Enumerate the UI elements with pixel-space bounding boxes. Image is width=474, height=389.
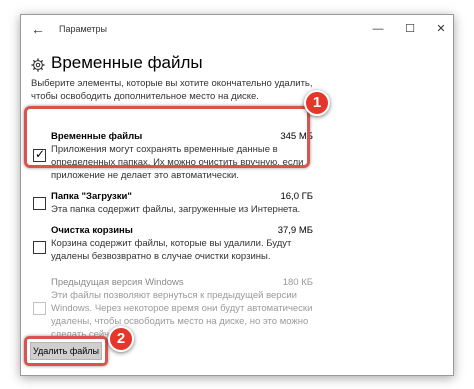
checkbox-downloads[interactable] (33, 197, 46, 210)
step-badge-1: 1 (304, 90, 330, 116)
title-bar: ← Параметры — ☐ ✕ (21, 15, 453, 45)
item-downloads-folder[interactable]: Папка "Загрузки" 16,0 ГБ Эта папка содер… (31, 191, 313, 219)
item-description: Эта папка содержит файлы, загруженные из… (51, 204, 301, 215)
item-name: Папка "Загрузки" (51, 191, 132, 202)
item-previous-windows: Предыдущая версия Windows 180 КБ Эти фай… (31, 277, 313, 341)
step-badge-2: 2 (108, 326, 134, 352)
page-description: Выберите элементы, которые вы хотите око… (31, 78, 313, 102)
item-name: Очистка корзины (51, 225, 133, 236)
item-description: Эти файлы позволяют вернуться к предыдущ… (51, 290, 313, 340)
item-description: Корзина содержит файлы, которые вы удали… (51, 238, 292, 262)
item-name: Предыдущая версия Windows (51, 277, 184, 288)
checkbox-previous-windows (33, 302, 46, 315)
highlight-frame-temporary-files (24, 106, 310, 168)
settings-window: ← Параметры — ☐ ✕ Временные файлы Выбери… (20, 14, 454, 376)
minimize-button[interactable]: — (369, 21, 387, 37)
item-recycle-bin[interactable]: Очистка корзины 37,9 МБ Корзина содержит… (31, 225, 313, 265)
maximize-button[interactable]: ☐ (401, 21, 419, 37)
item-size: 16,0 ГБ (280, 191, 313, 202)
close-button[interactable]: ✕ (432, 21, 450, 37)
gear-icon (31, 58, 45, 72)
window-title: Параметры (59, 24, 107, 34)
page-title: Временные файлы (51, 53, 203, 72)
checkbox-recycle-bin[interactable] (33, 241, 46, 254)
item-size: 37,9 МБ (277, 225, 313, 236)
item-size: 180 КБ (282, 277, 313, 288)
delete-files-button[interactable]: Удалить файлы (30, 342, 102, 360)
back-arrow-icon[interactable]: ← (31, 22, 45, 36)
highlight-frame-delete: Удалить файлы (24, 336, 108, 366)
